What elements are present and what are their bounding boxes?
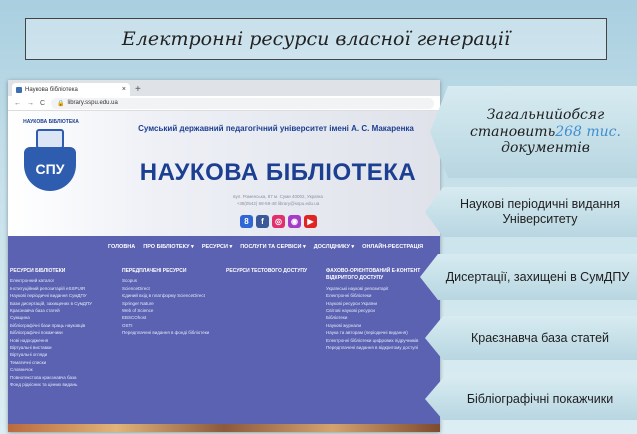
reload-icon[interactable]: C bbox=[40, 100, 45, 107]
link-item[interactable]: Нові надходження bbox=[10, 337, 118, 344]
link-item[interactable]: Сумщина bbox=[10, 314, 118, 321]
viber-icon[interactable]: ◉ bbox=[288, 215, 301, 228]
bibliographies-banner: Бібліографічні покажчики bbox=[425, 378, 637, 420]
link-item[interactable]: Словничок bbox=[10, 366, 118, 373]
link-item[interactable]: Передплачені видання в відкритому доступ… bbox=[326, 344, 438, 351]
resource-columns: РЕСУРСИ БІБЛІОТЕКИ Електронний каталог І… bbox=[10, 268, 438, 389]
address-bar: ← → C 🔒 library.sspu.edu.ua bbox=[8, 96, 440, 111]
lock-icon: 🔒 bbox=[57, 100, 65, 107]
total-line: становить268 тис. bbox=[470, 124, 621, 141]
link-item[interactable]: Бібліографічні бази праць науковців bbox=[10, 322, 118, 329]
link-item[interactable]: Єдиний вхід в платформу ScienceDirect bbox=[122, 292, 222, 299]
link-item[interactable]: Web of Science bbox=[122, 307, 222, 314]
shield-logo-icon: СПУ bbox=[24, 147, 76, 191]
nav-home[interactable]: ГОЛОВНА bbox=[108, 244, 135, 250]
slide-title: Електронні ресурси власної генерації bbox=[25, 18, 607, 60]
total-suffix: документів bbox=[501, 140, 590, 157]
link-item[interactable]: Електронні бібліотеки bbox=[326, 292, 438, 299]
periodicals-banner: Наукові періодичні видання Університету bbox=[425, 187, 637, 237]
nav-researcher[interactable]: ДОСЛІДНИКУ ▾ bbox=[314, 244, 354, 250]
new-tab-button[interactable]: + bbox=[135, 83, 141, 96]
column-heading: ФАХОВО-ОРІЄНТОВАНИЙ Е-КОНТЕНТ ВІДКРИТОГО… bbox=[326, 268, 421, 282]
logo-abbr: СПУ bbox=[35, 161, 65, 177]
local-history-text: Краєзнавча база статей bbox=[470, 330, 610, 345]
tab-title: Наукова бібліотека bbox=[25, 86, 78, 93]
instagram-icon[interactable]: ◎ bbox=[272, 215, 285, 228]
book-icon bbox=[36, 129, 64, 149]
link-item[interactable]: Передплачені видання в фонді бібліотеки bbox=[122, 329, 222, 336]
link-item[interactable]: Наукові ресурси України bbox=[326, 300, 438, 307]
favicon-icon bbox=[16, 86, 22, 93]
link-item[interactable]: Наукові журнали bbox=[326, 322, 438, 329]
tab-bar: Наукова бібліотека × + bbox=[8, 80, 440, 96]
photo-strip bbox=[8, 424, 440, 432]
total-volume-banner: Загальнийобсяг становить268 тис. докумен… bbox=[430, 86, 637, 178]
periodicals-text: Наукові періодичні видання Університету bbox=[459, 197, 621, 226]
youtube-icon[interactable]: ▶ bbox=[304, 215, 317, 228]
nav-services[interactable]: ПОСЛУГИ ТА СЕРВІСИ ▾ bbox=[240, 244, 305, 250]
library-logo[interactable]: НАУКОВА БІБЛІОТЕКА СПУ bbox=[12, 119, 90, 197]
column-trial-resources: РЕСУРСИ ТЕСТОВОГО ДОСТУПУ bbox=[226, 268, 322, 389]
link-item[interactable]: Springer Nature bbox=[122, 300, 222, 307]
link-item[interactable]: EBSCOhost bbox=[122, 314, 222, 321]
link-item[interactable]: Віртуальні виставки bbox=[10, 344, 118, 351]
facebook-icon[interactable]: f bbox=[256, 215, 269, 228]
address-text: вул. Роменська, 87 м. Суми 40002, Україн… bbox=[233, 194, 323, 199]
column-heading[interactable]: РЕСУРСИ ТЕСТОВОГО ДОСТУПУ bbox=[226, 268, 322, 275]
nav-resources[interactable]: РЕСУРСИ ▾ bbox=[202, 244, 232, 250]
local-history-banner: Краєзнавча база статей bbox=[425, 316, 637, 360]
link-item[interactable]: Наукові періодичні видання СумДПУ bbox=[10, 292, 118, 299]
logo-caption: НАУКОВА БІБЛІОТЕКА bbox=[23, 119, 79, 125]
site-nav-area: ГОЛОВНА ПРО БІБЛІОТЕКУ ▾ РЕСУРСИ ▾ ПОСЛУ… bbox=[8, 236, 440, 432]
link-item[interactable]: Scopus bbox=[122, 277, 222, 284]
column-heading: РЕСУРСИ БІБЛІОТЕКИ bbox=[10, 268, 66, 274]
contact-info: вул. Роменська, 87 м. Суми 40002, Україн… bbox=[193, 193, 363, 207]
social-icon-1[interactable]: 8 bbox=[240, 215, 253, 228]
link-item[interactable]: Фонд рідкісних та цінних видань bbox=[10, 381, 118, 388]
site-header: НАУКОВА БІБЛІОТЕКА СПУ Сумський державни… bbox=[8, 111, 440, 236]
close-tab-icon[interactable]: × bbox=[122, 86, 126, 93]
link-item[interactable]: Бази дисертацій, захищених в СумДПУ bbox=[10, 300, 118, 307]
forward-icon[interactable]: → bbox=[27, 100, 34, 107]
link-item[interactable]: Інституційний репозитарій eSSPUIR bbox=[10, 285, 118, 292]
link-item[interactable]: Краєзнавча база статей bbox=[10, 307, 118, 314]
total-volume-text: Загальнийобсяг становить268 тис. докумен… bbox=[470, 107, 621, 157]
slide-title-text: Електронні ресурси власної генерації bbox=[121, 28, 511, 50]
nav-about[interactable]: ПРО БІБЛІОТЕКУ ▾ bbox=[143, 244, 194, 250]
link-item[interactable]: Віртуальні огляди bbox=[10, 351, 118, 358]
link-item[interactable]: Електронний каталог bbox=[10, 277, 118, 284]
column-open-access: ФАХОВО-ОРІЄНТОВАНИЙ Е-КОНТЕНТ ВІДКРИТОГО… bbox=[326, 268, 438, 389]
nav-registration[interactable]: ОНЛАЙН-РЕЄСТРАЦІЯ bbox=[362, 244, 423, 250]
link-item[interactable]: Українські наукові репозитарії bbox=[326, 285, 438, 292]
link-item[interactable]: ScienceDirect bbox=[122, 285, 222, 292]
dissertations-banner: Дисертації, захищені в СумДПУ bbox=[420, 254, 637, 300]
browser-tab[interactable]: Наукова бібліотека × bbox=[12, 83, 130, 96]
url-field[interactable]: 🔒 library.sspu.edu.ua bbox=[51, 97, 434, 109]
library-name: НАУКОВА БІБЛІОТЕКА bbox=[139, 159, 417, 186]
link-item[interactable]: OSTI bbox=[122, 322, 222, 329]
link-item[interactable]: Бібліографічні покажчики bbox=[10, 329, 118, 336]
bibliographies-text: Бібліографічні покажчики bbox=[466, 391, 614, 406]
url-text: library.sspu.edu.ua bbox=[67, 100, 118, 106]
link-item[interactable]: Електронні бібліотеки цифрових підручник… bbox=[326, 337, 438, 344]
total-value: 268 тис. bbox=[555, 123, 621, 140]
column-library-resources: РЕСУРСИ БІБЛІОТЕКИ Електронний каталог І… bbox=[10, 268, 118, 389]
main-nav: ГОЛОВНА ПРО БІБЛІОТЕКУ ▾ РЕСУРСИ ▾ ПОСЛУ… bbox=[108, 244, 423, 250]
university-name: Сумський державний педагогічний універси… bbox=[138, 124, 414, 133]
link-item[interactable]: Світові наукові ресурси bbox=[326, 307, 438, 314]
link-item[interactable]: Бібліотеки bbox=[326, 314, 438, 321]
social-links: 8 f ◎ ◉ ▶ bbox=[240, 215, 317, 228]
link-item[interactable]: Наука та авторам (періодичні видання) bbox=[326, 329, 438, 336]
dissertations-text: Дисертації, захищені в СумДПУ bbox=[445, 269, 630, 284]
link-item[interactable]: Тематичні списки bbox=[10, 359, 118, 366]
column-heading: ПЕРЕДПЛАЧЕНІ РЕСУРСИ bbox=[122, 268, 187, 274]
contacts-text: +38(0542) 68-59-48 library@sspu.edu.ua bbox=[236, 201, 320, 206]
link-item[interactable]: Повнотекстова краєзнавча база bbox=[10, 374, 118, 381]
back-icon[interactable]: ← bbox=[14, 100, 21, 107]
column-subscribed-resources: ПЕРЕДПЛАЧЕНІ РЕСУРСИ Scopus ScienceDirec… bbox=[122, 268, 222, 389]
total-verb: становить bbox=[470, 123, 556, 140]
total-prefix: Загальнийобсяг bbox=[486, 106, 605, 123]
browser-window: Наукова бібліотека × + ← → C 🔒 library.s… bbox=[8, 80, 440, 432]
